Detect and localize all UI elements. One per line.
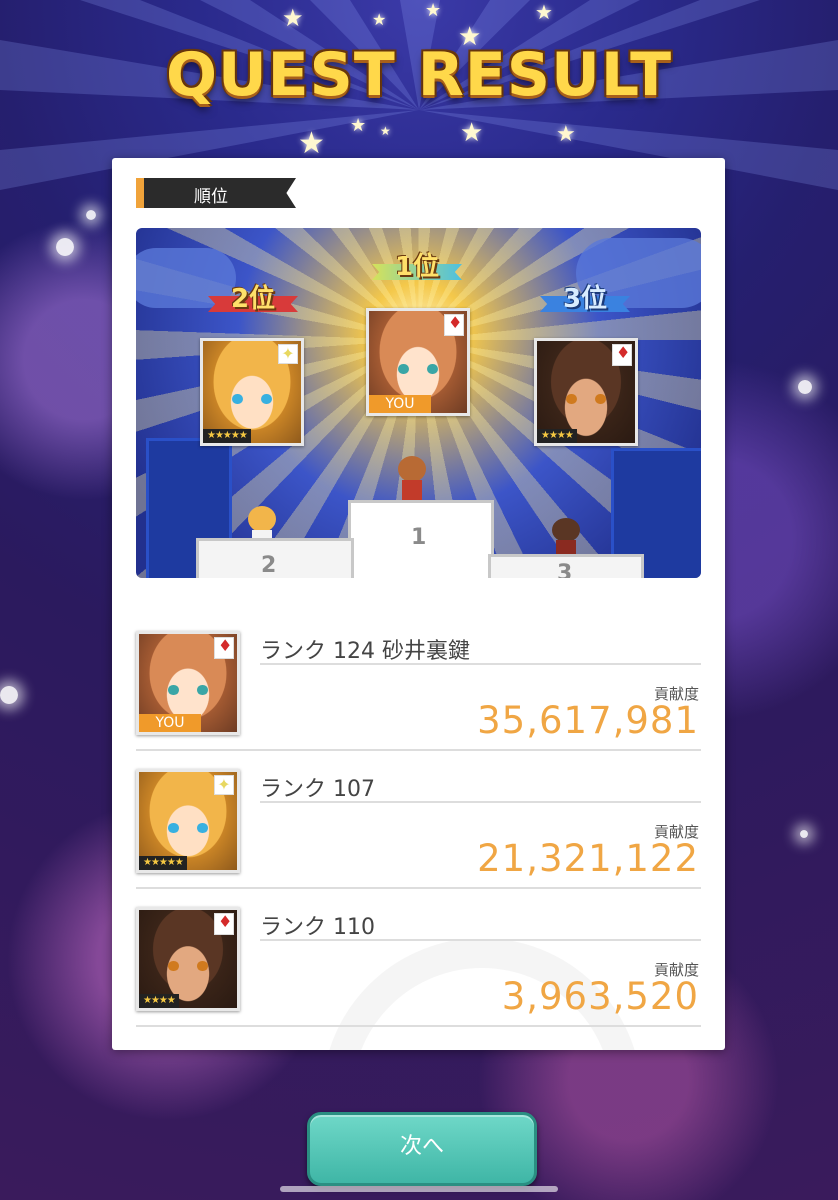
you-tag: YOU xyxy=(369,395,431,413)
podium-step-2: 2 xyxy=(196,538,354,578)
redacted-name xyxy=(420,913,520,941)
contribution-score: 35,617,981 xyxy=(477,699,699,742)
rank-ribbon-3: 3位 xyxy=(540,286,630,312)
rarity-stars: ★★★★★ xyxy=(139,856,187,870)
bokeh-light xyxy=(56,238,74,256)
player-avatar[interactable]: ★★★★ xyxy=(136,907,240,1011)
podium-card-3rd[interactable]: ★★★★ xyxy=(534,338,638,446)
star-decoration: ★ xyxy=(535,0,553,24)
divider xyxy=(260,939,701,941)
star-decoration: ★ xyxy=(372,10,387,29)
star-decoration: ★ xyxy=(350,115,367,136)
divider xyxy=(136,1025,701,1027)
diamond-suit-icon xyxy=(444,313,464,336)
player-rank-name: ランク 107 xyxy=(260,777,375,802)
rarity-stars: ★★★★ xyxy=(139,994,179,1008)
divider xyxy=(260,663,701,665)
eyes xyxy=(232,394,272,405)
player-avatar[interactable]: ✦ ★★★★★ xyxy=(136,769,240,873)
player-avatar[interactable]: YOU xyxy=(136,631,240,735)
bokeh-light xyxy=(86,210,96,220)
divider xyxy=(136,749,701,751)
rank-ribbon-1: 1位 xyxy=(372,254,462,280)
redacted-name xyxy=(420,775,570,803)
star-decoration: ★ xyxy=(298,126,325,161)
rarity-stars: ★★★★★ xyxy=(203,429,251,443)
bokeh-light xyxy=(798,380,812,394)
diamond-suit-icon xyxy=(612,343,632,366)
sparkle-icon: ✦ xyxy=(278,344,298,364)
player-rank-name: ランク 110 xyxy=(260,915,375,940)
podium-card-2nd[interactable]: ✦ ★★★★★ xyxy=(200,338,304,446)
eyes xyxy=(168,960,208,971)
section-label: 順位 xyxy=(194,187,228,207)
star-decoration: ★ xyxy=(425,0,442,21)
podium-card-1st[interactable]: YOU xyxy=(366,308,470,416)
sparkle-icon: ✦ xyxy=(214,775,234,795)
result-row[interactable]: ★★★★ ランク 110 貢献度 3,963,520 xyxy=(136,907,701,1033)
page-title: QUEST RESULT xyxy=(165,40,673,110)
result-row[interactable]: ✦ ★★★★★ ランク 107 貢献度 21,321,122 xyxy=(136,769,701,895)
divider xyxy=(260,801,701,803)
eyes xyxy=(398,364,438,375)
you-tag: YOU xyxy=(139,714,201,732)
diamond-suit-icon xyxy=(214,636,234,659)
result-row[interactable]: YOU ランク 124 砂井裏鍵 貢献度 35,617,981 xyxy=(136,631,701,757)
bokeh-light xyxy=(800,830,808,838)
star-decoration: ★ xyxy=(282,4,304,32)
contribution-score: 21,321,122 xyxy=(477,837,699,880)
next-button[interactable]: 次へ xyxy=(307,1112,537,1186)
eyes xyxy=(566,394,606,405)
rank-ribbon-2: 2位 xyxy=(208,286,298,312)
contribution-score: 3,963,520 xyxy=(501,975,699,1018)
bokeh-light xyxy=(0,686,18,704)
rarity-stars: ★★★★ xyxy=(537,429,577,443)
star-decoration: ★ xyxy=(380,124,391,138)
podium-scene: 2位 ✦ ★★★★★ 1位 YOU 3位 ★★★★ xyxy=(136,228,701,578)
home-indicator[interactable] xyxy=(280,1186,558,1192)
diamond-suit-icon xyxy=(214,912,234,935)
divider xyxy=(136,887,701,889)
result-panel: 順位 2位 ✦ ★★★★★ 1位 YOU 3位 xyxy=(112,158,725,1050)
star-decoration: ★ xyxy=(460,118,484,148)
star-decoration: ★ xyxy=(556,122,576,147)
section-accent xyxy=(136,178,144,208)
section-header: 順位 xyxy=(136,178,296,208)
podium-step-3: 3 xyxy=(488,554,644,578)
player-rank-name: ランク 124 砂井裏鍵 xyxy=(260,639,470,664)
podium-step-1: 1 xyxy=(348,500,494,578)
eyes xyxy=(168,822,208,833)
eyes xyxy=(168,684,208,695)
